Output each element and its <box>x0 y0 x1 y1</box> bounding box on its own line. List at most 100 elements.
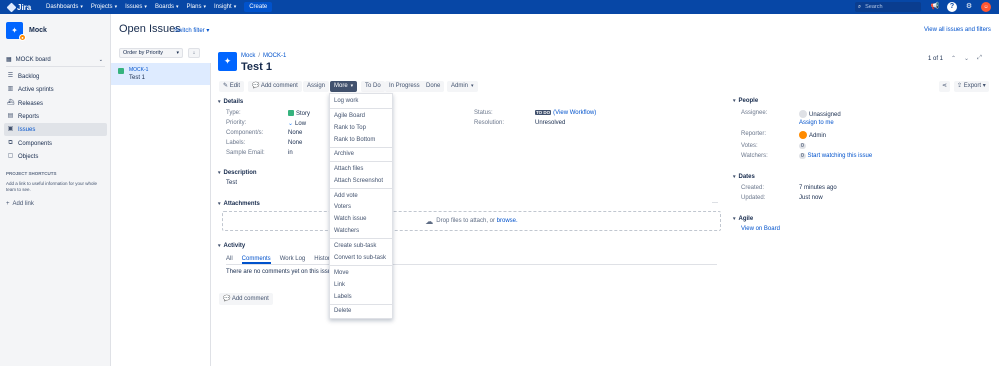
project-name[interactable]: Mock <box>29 27 47 34</box>
sidebar-item-components[interactable]: ⧉ Components <box>4 137 107 150</box>
view-workflow-link[interactable]: (View Workflow) <box>553 110 596 116</box>
sidebar-item-reports[interactable]: ▤ Reports <box>4 110 107 123</box>
agile-section[interactable]: ▾ Agile <box>733 216 753 222</box>
menu-item-watch-issue[interactable]: Watch issue <box>334 216 366 222</box>
nav-issues[interactable]: Issues ▾ <box>125 4 147 10</box>
menu-item-watchers[interactable]: Watchers <box>334 228 359 234</box>
reporter-value[interactable]: Admin <box>799 131 826 139</box>
chevron-down-icon[interactable]: ⌄ <box>964 55 969 62</box>
chevron-down-icon: ▾ <box>203 4 206 10</box>
share-button[interactable]: ⋖ <box>939 81 951 92</box>
priority-value[interactable]: ⌄ Low <box>288 120 306 127</box>
sample-email-label: Sample Email: <box>226 150 265 156</box>
sidebar-item-objects[interactable]: ▢ Objects <box>4 150 107 163</box>
menu-item-attach-screenshot[interactable]: Attach Screenshot <box>334 178 383 184</box>
menu-item-delete[interactable]: Delete <box>334 308 351 314</box>
people-section[interactable]: ▾ People <box>733 98 758 104</box>
nav-projects[interactable]: Projects ▾ <box>91 4 117 10</box>
notifications-icon[interactable]: 📢 <box>930 2 940 12</box>
board-selector[interactable]: ▦ MOCK board ⌄ <box>6 55 105 64</box>
nav-plans[interactable]: Plans ▾ <box>186 4 206 10</box>
nav-dashboards[interactable]: Dashboards ▾ <box>46 4 83 10</box>
done-button[interactable]: Done <box>422 81 445 92</box>
sidebar-item-active-sprints[interactable]: ▥ Active sprints <box>4 83 107 96</box>
activity-section[interactable]: ▾ Activity <box>218 243 245 249</box>
assign-button[interactable]: Assign <box>303 81 330 92</box>
sidebar-item-backlog[interactable]: ☰ Backlog <box>4 70 107 83</box>
start-watching-link[interactable]: Start watching this issue <box>807 153 872 159</box>
story-icon <box>118 68 124 74</box>
edit-button[interactable]: ✎ Edit <box>219 81 245 92</box>
gear-icon[interactable]: ⚙ <box>964 2 974 12</box>
in-progress-button[interactable]: In Progress <box>385 81 424 92</box>
expand-icon[interactable]: ⤢ <box>977 55 982 62</box>
view-on-board-link[interactable]: View on Board <box>741 226 780 232</box>
menu-item-rank-bottom[interactable]: Rank to Bottom <box>334 137 375 143</box>
admin-button[interactable]: Admin ▾ <box>447 81 478 92</box>
user-avatar[interactable]: ☺ <box>981 2 991 12</box>
menu-item-move[interactable]: Move <box>334 270 349 276</box>
menu-item-rank-top[interactable]: Rank to Top <box>334 125 366 131</box>
search-input[interactable]: ⌕ Search <box>855 2 921 12</box>
nav-insight[interactable]: Insight ▾ <box>214 4 236 10</box>
attachment-dropzone[interactable]: ☁ Drop files to attach, or browse. <box>222 211 721 231</box>
export-button[interactable]: ⇪ Export ▾ <box>954 81 989 92</box>
attachments-options-icon[interactable]: ··· <box>712 200 718 206</box>
help-icon[interactable]: ? <box>947 2 957 12</box>
browse-link[interactable]: browse. <box>497 218 518 224</box>
create-button[interactable]: Create <box>244 2 273 12</box>
attachments-section[interactable]: ▾ Attachments <box>218 201 260 207</box>
votes-value[interactable]: 0 <box>799 143 806 149</box>
breadcrumb-project[interactable]: Mock <box>241 53 255 59</box>
components-value[interactable]: None <box>288 130 302 136</box>
assign-to-me-link[interactable]: Assign to me <box>799 120 834 126</box>
chevron-down-icon: ▾ <box>233 4 237 10</box>
add-comment-button[interactable]: 💬 Add comment <box>248 81 302 92</box>
sidebar-item-releases[interactable]: ⛴ Releases <box>4 97 107 110</box>
menu-item-add-vote[interactable]: Add vote <box>334 193 358 199</box>
menu-item-voters[interactable]: Voters <box>334 204 351 210</box>
switch-filter-button[interactable]: Switch filter ▾ <box>174 27 209 34</box>
menu-divider <box>330 304 392 305</box>
nav-boards[interactable]: Boards ▾ <box>155 4 179 10</box>
menu-item-archive[interactable]: Archive <box>334 151 354 157</box>
description-section[interactable]: ▾ Description <box>218 170 257 176</box>
tab-work-log[interactable]: Work Log <box>280 253 306 264</box>
dates-section[interactable]: ▾ Dates <box>733 174 755 180</box>
labels-value[interactable]: None <box>288 140 302 146</box>
type-value[interactable]: Story <box>288 110 310 117</box>
updated-label: Updated: <box>741 195 766 201</box>
project-avatar-large: ✦ <box>218 52 237 71</box>
menu-item-agile-board[interactable]: Agile Board <box>334 113 365 119</box>
menu-item-attach-files[interactable]: Attach files <box>334 166 363 172</box>
menu-divider <box>330 147 392 148</box>
assignee-value[interactable]: Unassigned <box>799 110 841 118</box>
menu-item-create-subtask[interactable]: Create sub-task <box>334 243 376 249</box>
tab-all[interactable]: All <box>226 253 233 264</box>
view-all-issues-link[interactable]: View all issues and filters <box>924 27 991 33</box>
chevron-up-icon[interactable]: ⌃ <box>951 55 956 62</box>
breadcrumb-issue-key[interactable]: MOCK-1 <box>263 53 286 59</box>
tab-comments[interactable]: Comments <box>241 253 271 264</box>
issue-title[interactable]: Test 1 <box>241 61 272 73</box>
menu-item-labels[interactable]: Labels <box>334 294 352 300</box>
status-label: Status: <box>474 110 493 116</box>
more-button[interactable]: More ▾ <box>330 81 358 92</box>
todo-button[interactable]: To Do <box>361 81 385 92</box>
details-section[interactable]: ▾ Details <box>218 99 243 105</box>
menu-item-log-work[interactable]: Log work <box>334 98 358 104</box>
sample-email-value[interactable]: in <box>288 150 293 156</box>
chevron-down-icon: ▾ <box>350 83 354 89</box>
project-avatar[interactable]: ✦ ● <box>6 22 26 41</box>
sidebar-item-issues[interactable]: ▣ Issues <box>4 123 107 136</box>
add-link-button[interactable]: + Add link <box>6 201 34 207</box>
add-comment-bottom-button[interactable]: 💬 Add comment <box>219 293 273 305</box>
menu-item-link[interactable]: Link <box>334 282 345 288</box>
menu-item-convert-subtask[interactable]: Convert to sub-task <box>334 255 386 261</box>
description-text[interactable]: Test <box>226 180 237 186</box>
sort-direction-button[interactable]: ↓ <box>188 48 200 58</box>
order-by-select[interactable]: Order by Priority ▾ <box>119 48 183 58</box>
list-item[interactable]: MOCK-1 Test 1 <box>111 63 210 85</box>
jira-logo[interactable]: Jira <box>6 2 38 12</box>
menu-divider <box>330 238 392 239</box>
